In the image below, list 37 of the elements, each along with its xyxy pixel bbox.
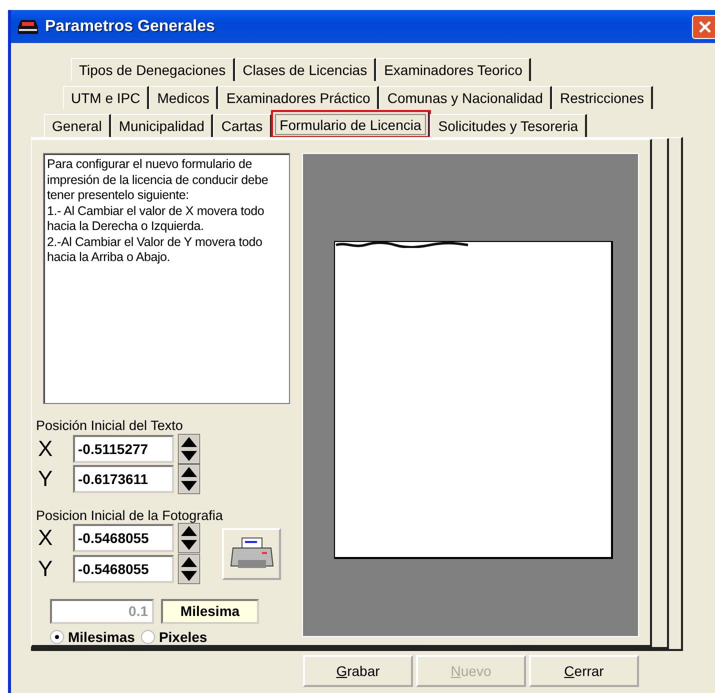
tab[interactable]: Clases de Licencias [234,58,376,81]
coordinate-field[interactable]: -0.5115277 [73,434,174,463]
tab[interactable]: Comunas y Nacionalidad [379,86,552,109]
tab[interactable]: Tipos de Denegaciones [71,58,235,81]
spinner-icon[interactable] [178,434,200,464]
tab[interactable]: Formulario de Licencia [272,111,430,137]
close-icon [698,20,712,34]
unit-radio[interactable]: Milesimas [50,628,135,645]
section-label: Posicion Inicial de la Fotografia [36,508,224,523]
instructions-text: Para configurar el nuevo formulario de impresión de la licencia de conducir debe tener presentelo siguiente: 1.- Al Cambiar el valor de X movera todo hacia la Derecha o Izquierda. 2.-Al Cambiar el Valor de Y movera todo hacia la Arriba o Abajo. [43,153,290,404]
coordinate-field[interactable]: -0.5468055 [73,555,174,584]
spinner-icon[interactable] [178,554,200,584]
tab[interactable]: Solicitudes y Tesoreria [430,114,588,137]
tab[interactable]: Examinadores Teorico [376,58,532,81]
axis-label: X [37,525,54,552]
section-label: Posición Inicial del Texto [36,418,184,434]
tab[interactable]: Restricciones [552,86,653,109]
tab[interactable]: Cartas [213,114,272,137]
axis-label: Y [37,556,54,582]
unit-label: Milesima [161,598,259,624]
tab[interactable]: Municipalidad [110,114,214,137]
axis-label: Y [37,466,54,492]
window-title: Parametros Generales [45,18,216,36]
spinner-icon[interactable] [178,523,200,554]
tab[interactable]: UTM e IPC [63,86,150,109]
tab[interactable]: Medicos [149,86,218,109]
dialog-button[interactable]: Grabar [303,655,413,687]
unit-radio[interactable]: Pixeles [140,628,208,645]
close-button[interactable] [692,14,715,38]
axis-label: X [37,436,54,462]
coordinate-field[interactable]: -0.6173611 [73,464,174,493]
spinner-icon[interactable] [178,464,200,494]
coordinate-field[interactable]: -0.5468055 [73,524,174,552]
print-button[interactable] [222,528,281,580]
tab[interactable]: Examinadores Práctico [218,86,380,109]
dialog-button[interactable]: Cerrar [529,655,639,687]
tab[interactable]: General [44,114,111,137]
